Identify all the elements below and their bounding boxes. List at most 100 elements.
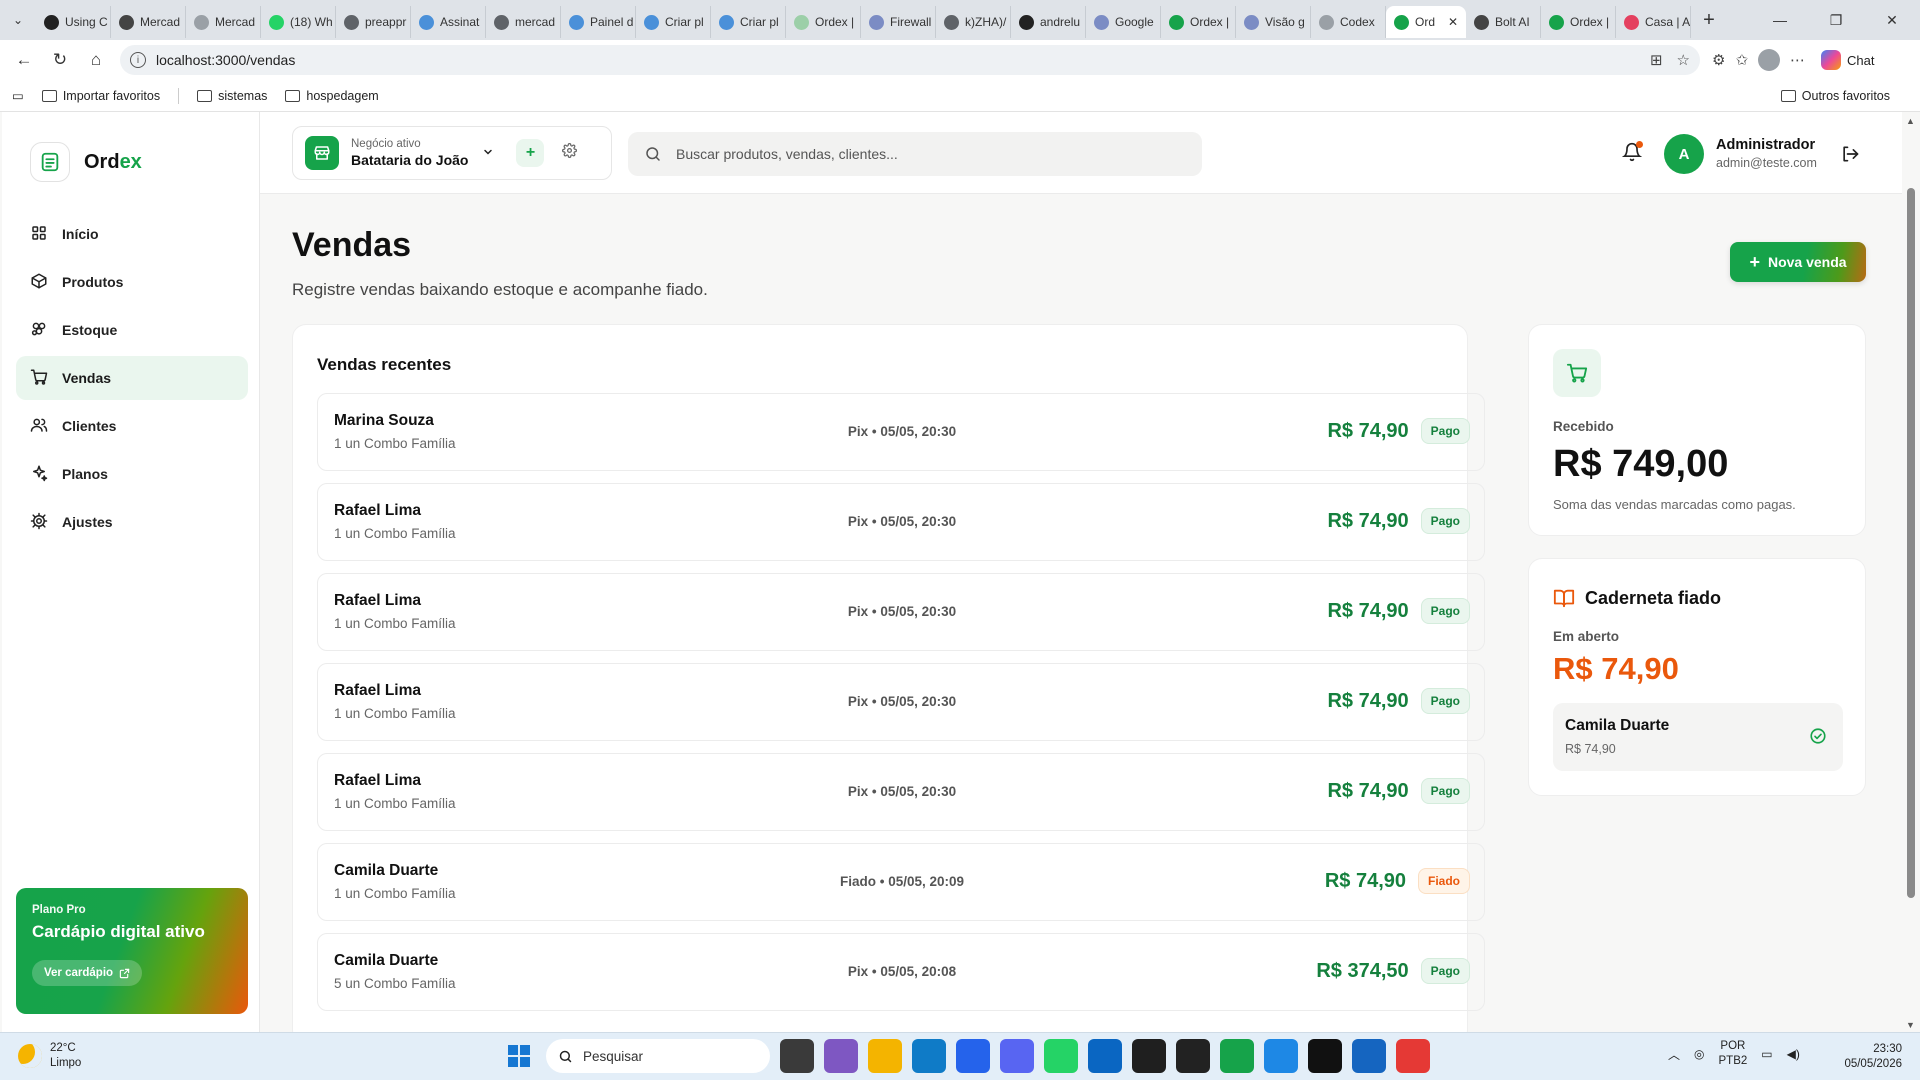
- minimize-icon[interactable]: —: [1752, 0, 1808, 40]
- restore-icon[interactable]: ❐: [1808, 0, 1864, 40]
- browser-tab[interactable]: preappr: [336, 6, 411, 38]
- browser-tab[interactable]: andrelu: [1011, 6, 1086, 38]
- url-field[interactable]: i localhost:3000/vendas ⊞ ☆: [120, 45, 1700, 75]
- store-app-icon[interactable]: [956, 1039, 990, 1073]
- sale-row[interactable]: Rafael Lima 1 un Combo Família Pix • 05/05…: [317, 573, 1485, 651]
- browser-tab[interactable]: k)ZHA)/: [936, 6, 1011, 38]
- notifications-bell-icon[interactable]: [1621, 141, 1643, 167]
- business-settings-icon[interactable]: [562, 143, 578, 163]
- apps-icon[interactable]: ⊞: [1650, 51, 1663, 69]
- weather-widget[interactable]: 22°C Limpo: [18, 1041, 81, 1071]
- windows-start-icon[interactable]: [502, 1039, 536, 1073]
- business-switcher[interactable]: Negócio ativo Batataria do João +: [292, 126, 612, 180]
- view-menu-button[interactable]: Ver cardápio: [32, 960, 143, 986]
- user-info[interactable]: Administrador admin@teste.com: [1716, 137, 1817, 170]
- sale-row[interactable]: Camila Duarte 5 un Combo Família Pix • 05/…: [317, 933, 1485, 1011]
- browser-tab[interactable]: Firewall: [861, 6, 936, 38]
- brand[interactable]: Ordex: [30, 142, 142, 182]
- debtor-item[interactable]: Camila Duarte R$ 74,90: [1553, 703, 1843, 771]
- network-icon[interactable]: ◎: [1694, 1047, 1704, 1061]
- browser-tab[interactable]: Mercad: [111, 6, 186, 38]
- new-sale-button[interactable]: + Nova venda: [1730, 242, 1866, 282]
- sidebar-item-sparkles[interactable]: Planos: [16, 452, 248, 496]
- browser-tab[interactable]: mercad: [486, 6, 561, 38]
- more-icon[interactable]: ⋯: [1790, 51, 1805, 69]
- browser-tab[interactable]: (18) Wh: [261, 6, 336, 38]
- bookmark-folder-others[interactable]: Outros favoritos: [1780, 89, 1890, 103]
- sidebar-item-cart[interactable]: Vendas: [16, 356, 248, 400]
- user-avatar[interactable]: A: [1664, 134, 1704, 174]
- app-icon[interactable]: [1396, 1039, 1430, 1073]
- sale-row[interactable]: Camila Duarte 1 un Combo Família Fiado • 0…: [317, 843, 1485, 921]
- global-search[interactable]: [628, 132, 1202, 176]
- extensions-icon[interactable]: ⚙: [1712, 51, 1725, 69]
- sale-row[interactable]: Rafael Lima 1 un Combo Família Pix • 05/05…: [317, 663, 1485, 741]
- reading-list-icon[interactable]: ▭: [12, 88, 24, 103]
- check-circle-icon[interactable]: [1809, 727, 1827, 750]
- file-explorer-icon[interactable]: [868, 1039, 902, 1073]
- browser-tab[interactable]: Assinat: [411, 6, 486, 38]
- browser-tab[interactable]: Ordex |: [786, 6, 861, 38]
- app-icon[interactable]: [1176, 1039, 1210, 1073]
- close-tab-icon[interactable]: ✕: [1448, 15, 1458, 29]
- scroll-thumb[interactable]: [1907, 188, 1915, 898]
- close-window-icon[interactable]: ✕: [1864, 0, 1920, 40]
- search-input[interactable]: [676, 146, 1156, 162]
- browser-tab[interactable]: Bolt AI: [1466, 6, 1541, 38]
- notes-app-icon[interactable]: [1220, 1039, 1254, 1073]
- app-icon[interactable]: [1308, 1039, 1342, 1073]
- app-icon[interactable]: [1352, 1039, 1386, 1073]
- scroll-up-icon[interactable]: ▲: [1906, 116, 1915, 126]
- app-icon[interactable]: [1264, 1039, 1298, 1073]
- chevron-up-icon[interactable]: ︿: [1668, 1046, 1680, 1063]
- discord-icon[interactable]: [1000, 1039, 1034, 1073]
- whatsapp-icon[interactable]: [1044, 1039, 1078, 1073]
- language-indicator[interactable]: POR PTB2: [1719, 1039, 1748, 1069]
- browser-tab[interactable]: Using C: [36, 6, 111, 38]
- sidebar-item-gear[interactable]: Ajustes: [16, 500, 248, 544]
- volume-icon[interactable]: ◀): [1787, 1047, 1800, 1061]
- browser-tab[interactable]: Visão g: [1236, 6, 1311, 38]
- add-business-button[interactable]: +: [516, 139, 545, 167]
- sidebar-item-box[interactable]: Produtos: [16, 260, 248, 304]
- chevron-down-icon[interactable]: [482, 146, 494, 161]
- sale-row[interactable]: Rafael Lima 1 un Combo Família Pix • 05/05…: [317, 483, 1485, 561]
- logout-icon[interactable]: [1840, 144, 1860, 169]
- sidebar-item-users[interactable]: Clientes: [16, 404, 248, 448]
- display-icon[interactable]: ▭: [1761, 1047, 1772, 1061]
- edge-icon[interactable]: [912, 1039, 946, 1073]
- site-info-icon[interactable]: i: [130, 52, 146, 68]
- browser-tab-active[interactable]: Ord ✕: [1386, 6, 1466, 38]
- taskbar-search[interactable]: Pesquisar: [546, 1039, 770, 1073]
- bookmark-import[interactable]: Importar favoritos: [41, 89, 160, 103]
- browser-tab[interactable]: Codex: [1311, 6, 1386, 38]
- browser-tab[interactable]: Ordex |: [1161, 6, 1236, 38]
- browser-tab[interactable]: Google: [1086, 6, 1161, 38]
- star-icon[interactable]: ☆: [1677, 51, 1690, 69]
- clock[interactable]: 23:30 05/05/2026: [1832, 1042, 1902, 1072]
- task-view-icon[interactable]: [780, 1039, 814, 1073]
- browser-tab[interactable]: Mercad: [186, 6, 261, 38]
- tab-actions-menu-icon[interactable]: ⌄: [0, 0, 36, 40]
- browser-tab[interactable]: Ordex |: [1541, 6, 1616, 38]
- reload-icon[interactable]: ↻: [42, 44, 78, 76]
- new-tab-button[interactable]: +: [1691, 0, 1727, 40]
- copilot-chat-button[interactable]: Chat: [1821, 50, 1875, 70]
- vscode-icon[interactable]: [1088, 1039, 1122, 1073]
- browser-tab[interactable]: Casa | A: [1616, 6, 1691, 38]
- sale-row[interactable]: Rafael Lima 1 un Combo Família Pix • 05/05…: [317, 753, 1485, 831]
- favorites-icon[interactable]: ✩: [1735, 51, 1748, 69]
- home-icon[interactable]: ⌂: [78, 44, 114, 76]
- page-scrollbar[interactable]: ▲ ▼: [1902, 112, 1920, 1032]
- terminal-icon[interactable]: [1132, 1039, 1166, 1073]
- bookmark-folder-hospedagem[interactable]: hospedagem: [285, 89, 379, 103]
- sidebar-item-layers[interactable]: Estoque: [16, 308, 248, 352]
- copilot-app-icon[interactable]: [824, 1039, 858, 1073]
- browser-tab[interactable]: Criar pl: [636, 6, 711, 38]
- sidebar-item-grid[interactable]: Início: [16, 212, 248, 256]
- bookmark-folder-sistemas[interactable]: sistemas: [197, 89, 267, 103]
- profile-avatar[interactable]: [1758, 49, 1781, 71]
- back-icon[interactable]: ←: [6, 44, 42, 76]
- scroll-down-icon[interactable]: ▼: [1906, 1020, 1915, 1030]
- browser-tab[interactable]: Painel d: [561, 6, 636, 38]
